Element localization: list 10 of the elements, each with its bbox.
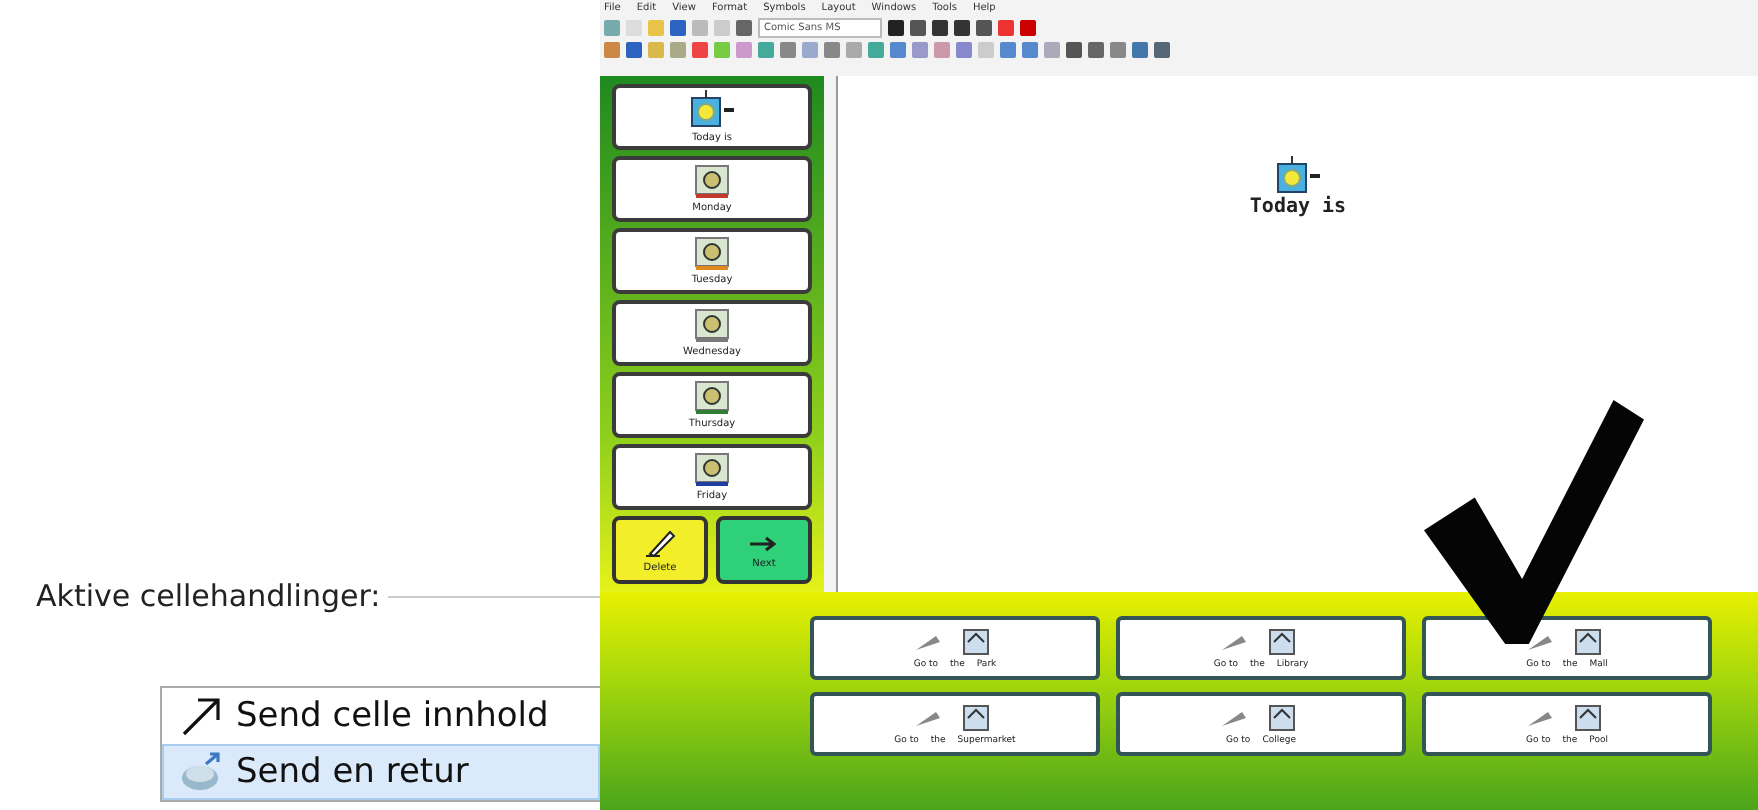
arrow-icon <box>180 694 224 738</box>
group-title: Aktive cellehandlinger: <box>36 578 381 614</box>
document-text: Today is <box>1249 196 1347 218</box>
pencil-icon <box>644 526 676 558</box>
checkmark-icon <box>1424 400 1644 644</box>
action-item[interactable]: Send en retur <box>162 744 600 800</box>
sun-icon <box>690 90 734 130</box>
return-icon <box>180 750 224 794</box>
action-item[interactable]: Send celle innhold <box>162 688 600 744</box>
sun-icon <box>1276 156 1320 196</box>
